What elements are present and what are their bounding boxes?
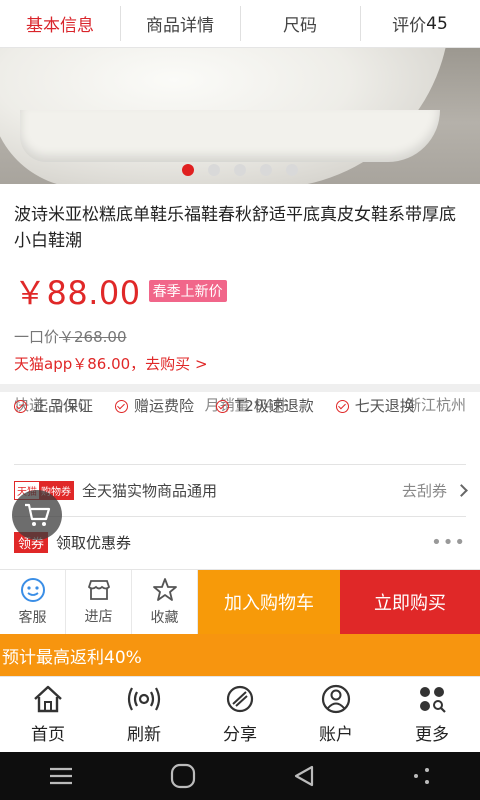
favorite-button[interactable]: 收藏 (132, 570, 198, 634)
purchase-action-bar: 客服 进店 收藏 加入购物车 立即购买 (0, 569, 480, 634)
guarantee-item: 正品保证 (14, 392, 93, 420)
tmall-coupon-row[interactable]: 天猫购物券 全天猫实物商品通用 去刮券 (14, 470, 468, 510)
menu-icon[interactable] (48, 766, 74, 786)
share-icon (226, 685, 254, 713)
guarantee-item: 七天退换 (335, 392, 415, 420)
product-image-carousel[interactable] (0, 48, 480, 184)
guarantee-item: T2极速退款 (216, 392, 314, 420)
tab-reviews[interactable]: 评价 45 (360, 0, 480, 47)
nav-home[interactable]: 首页 (0, 677, 96, 752)
nav-share[interactable]: 分享 (192, 677, 288, 752)
guarantee-item: 赠运费险 (115, 392, 194, 420)
cart-icon (25, 503, 51, 526)
nav-home-label: 首页 (31, 725, 65, 745)
favorite-label: 收藏 (150, 610, 179, 626)
service-icon (20, 578, 45, 602)
bottom-navigation: 首页 刷新 分享 账户 更多 (0, 676, 480, 752)
carousel-indicator (0, 164, 480, 176)
carousel-dot-5[interactable] (286, 164, 298, 176)
scratch-coupon-link[interactable]: 去刮券 (401, 480, 468, 501)
product-title: 波诗米亚松糕底单鞋乐福鞋春秋舒适平底真皮女鞋系带厚底小白鞋潮 (14, 205, 456, 251)
enter-store-button[interactable]: 进店 (66, 570, 132, 634)
scratch-coupon-label: 去刮券 (401, 481, 447, 500)
nav-refresh[interactable]: 刷新 (96, 677, 192, 752)
carousel-dot-4[interactable] (260, 164, 272, 176)
separator (14, 516, 466, 517)
tab-basic-info-label: 基本信息 (26, 16, 94, 36)
coupon-text: 全天猫实物商品通用 (82, 481, 218, 500)
customer-service-label: 客服 (18, 610, 47, 626)
carousel-dot-3[interactable] (234, 164, 246, 176)
check-circle-icon (216, 399, 230, 413)
store-icon (87, 580, 110, 600)
check-circle-icon (14, 399, 27, 413)
nav-more[interactable]: 更多 (384, 677, 480, 752)
refresh-icon (127, 687, 161, 711)
home-icon (34, 685, 62, 713)
guarantee-label: T2极速退款 (235, 397, 314, 415)
rebate-banner[interactable]: 预计最高返利40% (0, 634, 480, 676)
carousel-dot-1[interactable] (182, 164, 194, 176)
star-icon (152, 578, 177, 601)
get-coupon-row[interactable]: 领券 领取优惠券 ••• (14, 524, 466, 560)
price-row: ￥88.00 春季上新价 (14, 268, 466, 314)
tab-product-details[interactable]: 商品详情 (120, 0, 240, 47)
tab-basic-info[interactable]: 基本信息 (0, 0, 120, 47)
enter-store-label: 进店 (84, 609, 113, 625)
guarantee-label: 正品保证 (33, 397, 94, 415)
original-price-row: 一口价￥268.00 (14, 326, 466, 347)
more-icon (420, 687, 446, 713)
back-icon[interactable] (292, 764, 316, 788)
original-price: ￥268.00 (59, 328, 127, 346)
get-coupon-text: 领取优惠券 (56, 533, 132, 552)
home-button-icon[interactable] (170, 763, 196, 789)
carousel-dot-2[interactable] (208, 164, 220, 176)
assistant-icon[interactable] (412, 766, 432, 786)
nav-account[interactable]: 账户 (288, 677, 384, 752)
nav-refresh-label: 刷新 (127, 725, 161, 745)
product-price: ￥88.00 (14, 274, 141, 312)
account-icon (321, 684, 351, 714)
check-circle-icon (335, 399, 349, 413)
customer-service-button[interactable]: 客服 (0, 570, 66, 634)
check-circle-icon (115, 399, 129, 413)
system-navigation-bar (0, 752, 480, 800)
tab-size[interactable]: 尺码 (240, 0, 360, 47)
tab-reviews-label: 评价 (392, 16, 427, 36)
chevron-right-icon (455, 483, 468, 497)
tmall-app-price-link[interactable]: 天猫app￥86.00，去购买 > (14, 353, 466, 374)
buy-now-button[interactable]: 立即购买 (340, 570, 480, 634)
nav-more-label: 更多 (415, 725, 449, 745)
tab-size-label: 尺码 (283, 16, 317, 36)
guarantee-label: 赠运费险 (134, 397, 195, 415)
promo-badge: 春季上新价 (148, 280, 227, 302)
guarantee-label: 七天退换 (354, 397, 415, 415)
service-guarantees[interactable]: 正品保证 赠运费险 T2极速退款 七天退换 (14, 392, 466, 422)
section-divider (0, 384, 480, 392)
product-image-sole (20, 110, 440, 162)
more-options-icon[interactable]: ••• (431, 532, 466, 553)
nav-account-label: 账户 (319, 725, 353, 745)
nav-share-label: 分享 (223, 725, 257, 745)
add-to-cart-button[interactable]: 加入购物车 (198, 570, 340, 634)
floating-cart-button[interactable] (12, 490, 62, 540)
product-info: 波诗米亚松糕底单鞋乐福鞋春秋舒适平底真皮女鞋系带厚底小白鞋潮 ￥88.00 春季… (0, 184, 480, 415)
top-tab-bar: 基本信息 商品详情 尺码 评价 45 (0, 0, 480, 48)
review-count: 45 (426, 13, 448, 34)
separator (14, 464, 466, 465)
tab-product-details-label: 商品详情 (146, 16, 214, 36)
original-price-label: 一口价 (14, 328, 60, 346)
